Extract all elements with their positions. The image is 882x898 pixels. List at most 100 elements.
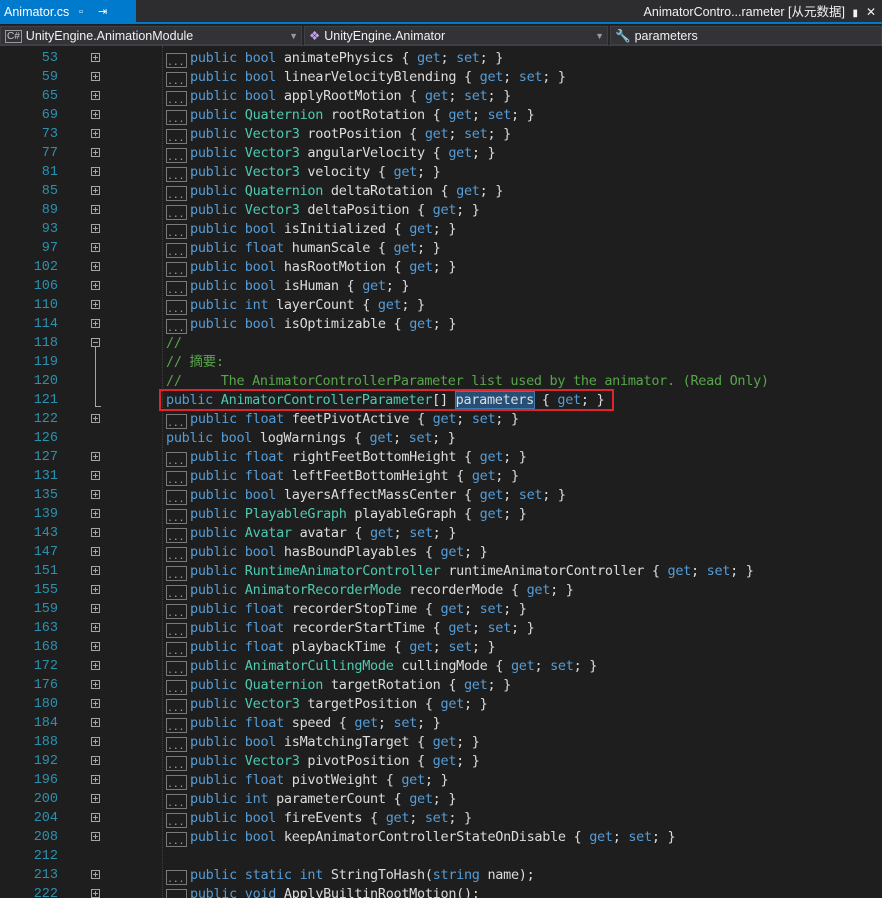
code-line[interactable]: 102... public bool hasRootMotion { get; } (0, 258, 882, 277)
tab-animator-cs[interactable]: Animator.cs ▫ ⇥ ✕ (0, 0, 136, 42)
code-line[interactable]: 59... public bool linearVelocityBlending … (0, 68, 882, 87)
expand-icon[interactable] (91, 585, 100, 594)
expand-icon[interactable] (91, 490, 100, 499)
code-line[interactable]: 200... public int parameterCount { get; } (0, 790, 882, 809)
code-line[interactable]: 180... public Vector3 targetPosition { ge… (0, 695, 882, 714)
collapsed-block-ellipsis-icon[interactable]: ... (166, 148, 187, 163)
code-line[interactable]: 135... public bool layersAffectMassCenter… (0, 486, 882, 505)
code-line[interactable]: 151... public RuntimeAnimatorController r… (0, 562, 882, 581)
expand-icon[interactable] (91, 110, 100, 119)
expand-icon[interactable] (91, 756, 100, 765)
collapsed-block-ellipsis-icon[interactable]: ... (166, 566, 187, 581)
expand-icon[interactable] (91, 72, 100, 81)
expand-icon[interactable] (91, 262, 100, 271)
expand-icon[interactable] (91, 832, 100, 841)
expand-icon[interactable] (91, 281, 100, 290)
member-dropdown[interactable]: 🔧 parameters (610, 26, 882, 45)
code-editor[interactable]: 53... public bool animatePhysics { get; s… (0, 46, 882, 898)
project-dropdown[interactable]: C# UnityEngine.AnimationModule ▼ (0, 26, 302, 45)
collapsed-block-ellipsis-icon[interactable]: ... (166, 889, 187, 898)
code-line[interactable]: 110... public int layerCount { get; } (0, 296, 882, 315)
collapsed-block-ellipsis-icon[interactable]: ... (166, 528, 187, 543)
code-line[interactable]: 143... public Avatar avatar { get; set; } (0, 524, 882, 543)
expand-icon[interactable] (91, 224, 100, 233)
collapsed-block-ellipsis-icon[interactable]: ... (166, 547, 187, 562)
code-line[interactable]: 222...public void ApplyBuiltinRootMotion… (0, 885, 882, 898)
collapsed-block-ellipsis-icon[interactable]: ... (166, 91, 187, 106)
code-line[interactable]: 118 // (0, 334, 882, 353)
expand-icon[interactable] (91, 642, 100, 651)
collapsed-block-ellipsis-icon[interactable]: ... (166, 186, 187, 201)
expand-icon[interactable] (91, 661, 100, 670)
expand-icon[interactable] (91, 737, 100, 746)
expand-icon[interactable] (91, 870, 100, 879)
code-line[interactable]: 131... public float leftFeetBottomHeight … (0, 467, 882, 486)
code-line[interactable]: 114... public bool isOptimizable { get; } (0, 315, 882, 334)
code-line[interactable]: 208... public bool keepAnimatorController… (0, 828, 882, 847)
code-line[interactable]: 159... public float recorderStopTime { ge… (0, 600, 882, 619)
collapsed-block-ellipsis-icon[interactable]: ... (166, 680, 187, 695)
expand-icon[interactable] (91, 680, 100, 689)
expand-icon[interactable] (91, 205, 100, 214)
collapsed-block-ellipsis-icon[interactable]: ... (166, 53, 187, 68)
collapsed-block-ellipsis-icon[interactable]: ... (166, 642, 187, 657)
code-line[interactable]: 196... public float pivotWeight { get; } (0, 771, 882, 790)
code-line[interactable]: 147... public bool hasBoundPlayables { ge… (0, 543, 882, 562)
pin-icon[interactable]: ▮ (852, 8, 858, 19)
collapsed-block-ellipsis-icon[interactable]: ... (166, 414, 187, 429)
expand-icon[interactable] (91, 186, 100, 195)
code-line[interactable]: 188... public bool isMatchingTarget { get… (0, 733, 882, 752)
code-line[interactable]: 77... public Vector3 angularVelocity { ge… (0, 144, 882, 163)
expand-icon[interactable] (91, 91, 100, 100)
code-line[interactable]: 97... public float humanScale { get; } (0, 239, 882, 258)
collapsed-block-ellipsis-icon[interactable]: ... (166, 243, 187, 258)
code-line[interactable]: 213... public static int StringToHash(str… (0, 866, 882, 885)
code-line[interactable]: 212 (0, 847, 882, 866)
code-line[interactable]: 204... public bool fireEvents { get; set;… (0, 809, 882, 828)
collapsed-block-ellipsis-icon[interactable]: ... (166, 870, 187, 885)
expand-icon[interactable] (91, 148, 100, 157)
code-line[interactable]: 81... public Vector3 velocity { get; } (0, 163, 882, 182)
close-icon[interactable]: ✕ (866, 0, 876, 24)
code-line[interactable]: 168... public float playbackTime { get; s… (0, 638, 882, 657)
code-line[interactable]: 176... public Quaternion targetRotation {… (0, 676, 882, 695)
expand-icon[interactable] (91, 889, 100, 898)
expand-icon[interactable] (91, 528, 100, 537)
expand-icon[interactable] (91, 129, 100, 138)
collapsed-block-ellipsis-icon[interactable]: ... (166, 110, 187, 125)
chevron-down-icon[interactable]: ▼ (289, 27, 298, 44)
collapsed-block-ellipsis-icon[interactable]: ... (166, 471, 187, 486)
code-line[interactable]: 163... public float recorderStartTime { g… (0, 619, 882, 638)
collapsed-block-ellipsis-icon[interactable]: ... (166, 813, 187, 828)
code-line[interactable]: 89... public Vector3 deltaPosition { get;… (0, 201, 882, 220)
collapsed-block-ellipsis-icon[interactable]: ... (166, 262, 187, 277)
collapsed-block-ellipsis-icon[interactable]: ... (166, 756, 187, 771)
collapsed-block-ellipsis-icon[interactable]: ... (166, 585, 187, 600)
collapsed-block-ellipsis-icon[interactable]: ... (166, 718, 187, 733)
code-line[interactable]: 127... public float rightFeetBottomHeight… (0, 448, 882, 467)
expand-icon[interactable] (91, 794, 100, 803)
collapsed-block-ellipsis-icon[interactable]: ... (166, 623, 187, 638)
collapsed-block-ellipsis-icon[interactable]: ... (166, 490, 187, 505)
code-line[interactable]: 155... public AnimatorRecorderMode record… (0, 581, 882, 600)
collapsed-block-ellipsis-icon[interactable]: ... (166, 205, 187, 220)
collapsed-block-ellipsis-icon[interactable]: ... (166, 72, 187, 87)
expand-icon[interactable] (91, 509, 100, 518)
code-line[interactable]: 122... public float feetPivotActive { get… (0, 410, 882, 429)
expand-icon[interactable] (91, 300, 100, 309)
chevron-down-icon[interactable]: ▼ (595, 27, 604, 44)
expand-icon[interactable] (91, 471, 100, 480)
collapsed-block-ellipsis-icon[interactable]: ... (166, 129, 187, 144)
code-line[interactable]: 139... public PlayableGraph playableGraph… (0, 505, 882, 524)
tab-animator-controller-parameter[interactable]: AnimatorContro...rameter [从元数据] ▮ (644, 0, 858, 24)
collapsed-block-ellipsis-icon[interactable]: ... (166, 832, 187, 847)
code-line[interactable]: 65... public bool applyRootMotion { get; … (0, 87, 882, 106)
code-line[interactable]: 192... public Vector3 pivotPosition { get… (0, 752, 882, 771)
expand-icon[interactable] (91, 604, 100, 613)
code-line[interactable]: 53... public bool animatePhysics { get; s… (0, 49, 882, 68)
collapsed-block-ellipsis-icon[interactable]: ... (166, 775, 187, 790)
code-line[interactable]: 119 // 摘要: (0, 353, 882, 372)
collapsed-block-ellipsis-icon[interactable]: ... (166, 452, 187, 467)
expand-icon[interactable] (91, 547, 100, 556)
collapsed-block-ellipsis-icon[interactable]: ... (166, 794, 187, 809)
